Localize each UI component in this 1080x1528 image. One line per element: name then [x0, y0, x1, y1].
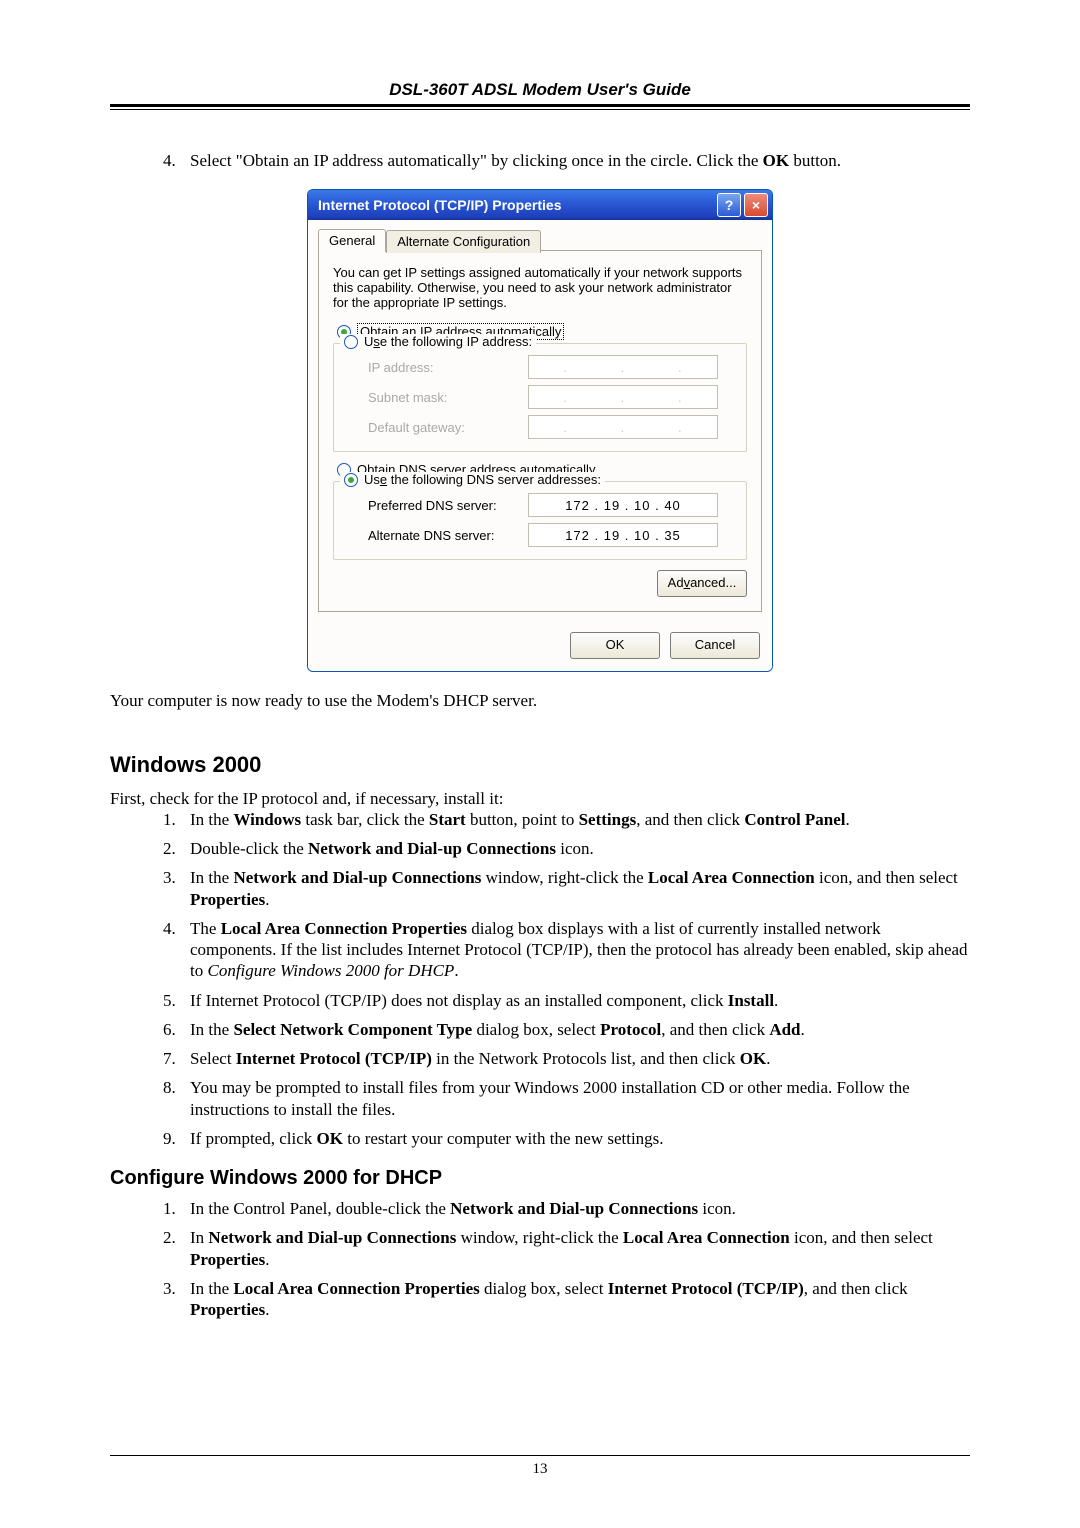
win2000-item-3: In the Network and Dial-up Connections w… — [180, 867, 970, 910]
win2000-item-6: In the Select Network Component Type dia… — [180, 1019, 970, 1040]
step-4: Select "Obtain an IP address automatical… — [180, 150, 970, 171]
page-footer: 13 — [110, 1455, 970, 1478]
ok-button[interactable]: OK — [570, 632, 660, 659]
cancel-button[interactable]: Cancel — [670, 632, 760, 659]
tab-general[interactable]: General — [318, 229, 386, 252]
header-rule — [110, 104, 970, 110]
radio-use-dns-row[interactable]: Use the following DNS server addresses: — [340, 472, 605, 487]
cfg2000-item-1: In the Control Panel, double-click the N… — [180, 1198, 970, 1219]
label-default-gateway: Default gateway: — [368, 420, 528, 435]
label-ip-address: IP address: — [368, 360, 528, 375]
label-preferred-dns: Preferred DNS server: — [368, 498, 528, 513]
dialog-description: You can get IP settings assigned automat… — [333, 265, 747, 310]
advanced-button[interactable]: Advanced... — [657, 570, 747, 597]
win2000-intro: First, check for the IP protocol and, if… — [110, 788, 970, 809]
radio-use-dns-label: Use the following DNS server addresses: — [364, 472, 601, 487]
step-4-text-a: Select "Obtain an IP address automatical… — [190, 151, 763, 170]
win2000-item-1: In the Windows task bar, click the Start… — [180, 809, 970, 830]
radio-use-ip[interactable] — [344, 335, 358, 349]
after-dialog-text: Your computer is now ready to use the Mo… — [110, 690, 970, 711]
page-number: 13 — [533, 1461, 548, 1477]
cfg2000-list: In the Control Panel, double-click the N… — [110, 1198, 970, 1320]
label-alternate-dns: Alternate DNS server: — [368, 528, 528, 543]
radio-use-ip-row[interactable]: Use the following IP address: — [340, 334, 536, 349]
step-list: Select "Obtain an IP address automatical… — [110, 150, 970, 171]
tcpip-properties-dialog: Internet Protocol (TCP/IP) Properties ? … — [307, 189, 773, 672]
win2000-item-8: You may be prompted to install files fro… — [180, 1077, 970, 1120]
tab-panel-general: You can get IP settings assigned automat… — [318, 250, 762, 612]
tab-alternate-configuration[interactable]: Alternate Configuration — [386, 230, 541, 253]
input-ip-address: ... — [528, 355, 718, 379]
help-icon[interactable]: ? — [717, 193, 741, 217]
radio-use-dns[interactable] — [344, 473, 358, 487]
heading-configure-win2000-dhcp: Configure Windows 2000 for DHCP — [110, 1167, 970, 1190]
ip-fieldset: Use the following IP address: IP address… — [333, 343, 747, 452]
page-header: DSL-360T ADSL Modem User's Guide — [110, 80, 970, 100]
input-preferred-dns[interactable]: 172 . 19 . 10 . 40 — [528, 493, 718, 517]
step-4-text-b: button. — [789, 151, 841, 170]
step-4-ok: OK — [763, 151, 789, 170]
win2000-item-4: The Local Area Connection Properties dia… — [180, 918, 970, 982]
label-subnet-mask: Subnet mask: — [368, 390, 528, 405]
cfg2000-item-2: In Network and Dial-up Connections windo… — [180, 1227, 970, 1270]
dialog-titlebar: Internet Protocol (TCP/IP) Properties ? … — [308, 190, 772, 220]
dialog-title: Internet Protocol (TCP/IP) Properties — [318, 197, 714, 213]
win2000-list: In the Windows task bar, click the Start… — [110, 809, 970, 1149]
win2000-item-9: If prompted, click OK to restart your co… — [180, 1128, 970, 1149]
dialog-tabs: General Alternate Configuration — [318, 228, 762, 251]
input-alternate-dns[interactable]: 172 . 19 . 10 . 35 — [528, 523, 718, 547]
cfg2000-item-3: In the Local Area Connection Properties … — [180, 1278, 970, 1321]
heading-windows-2000: Windows 2000 — [110, 752, 970, 778]
close-icon[interactable]: × — [744, 193, 768, 217]
input-subnet-mask: ... — [528, 385, 718, 409]
radio-use-ip-label: Use the following IP address: — [364, 334, 532, 349]
win2000-item-7: Select Internet Protocol (TCP/IP) in the… — [180, 1048, 970, 1069]
input-default-gateway: ... — [528, 415, 718, 439]
win2000-item-2: Double-click the Network and Dial-up Con… — [180, 838, 970, 859]
win2000-item-5: If Internet Protocol (TCP/IP) does not d… — [180, 990, 970, 1011]
dns-fieldset: Use the following DNS server addresses: … — [333, 481, 747, 560]
